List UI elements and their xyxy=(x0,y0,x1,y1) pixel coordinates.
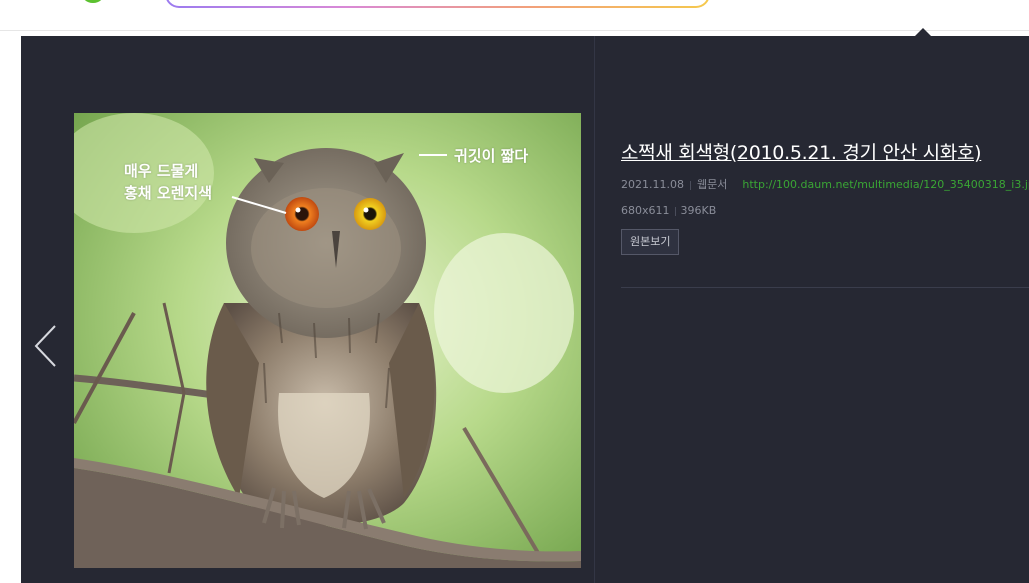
viewer-divider xyxy=(594,36,595,583)
photo-annotation-ear-tufts: 귀깃이 짧다 xyxy=(454,147,529,165)
owl-photo[interactable]: 매우 드물게 홍채 오렌지색 귀깃이 짧다 xyxy=(74,113,581,568)
meta-separator xyxy=(689,180,691,190)
image-info-panel: 소쩍새 회색형(2010.5.21. 경기 안산 시화호) 2021.11.08… xyxy=(621,138,1029,255)
search-box[interactable] xyxy=(165,0,710,8)
annotation-iris-line2: 홍채 오렌지색 xyxy=(124,184,213,202)
image-filesize: 396KB xyxy=(680,204,717,217)
view-original-button[interactable]: 원본보기 xyxy=(621,229,680,255)
image-source-url[interactable]: http://100.daum.net/multimedia/120_35400… xyxy=(742,178,1029,191)
meta-separator xyxy=(733,181,736,190)
image-viewer: 매우 드물게 홍채 오렌지색 귀깃이 짧다 소쩍새 회색형(2010.5.21.… xyxy=(21,36,1029,583)
logo-icon[interactable] xyxy=(80,0,106,4)
photo-annotation-iris: 매우 드물게 홍채 오렌지색 xyxy=(124,160,212,204)
image-meta: 2021.11.08 웹문서 http://100.daum.net/multime… xyxy=(621,177,1029,193)
chevron-left-icon xyxy=(34,325,56,367)
top-header xyxy=(0,0,1029,31)
info-divider xyxy=(621,287,1029,288)
image-dimensions: 680x611 xyxy=(621,204,670,217)
image-source: 웹문서 xyxy=(696,178,728,191)
meta-separator xyxy=(674,206,676,216)
image-date: 2021.11.08 xyxy=(621,178,684,191)
image-file-info: 680x611 396KB xyxy=(621,203,1029,219)
image-title-link[interactable]: 소쩍새 회색형(2010.5.21. 경기 안산 시화호) xyxy=(621,138,1029,168)
prev-image-button[interactable] xyxy=(33,324,59,368)
annotation-iris-line1: 매우 드물게 xyxy=(124,162,199,180)
